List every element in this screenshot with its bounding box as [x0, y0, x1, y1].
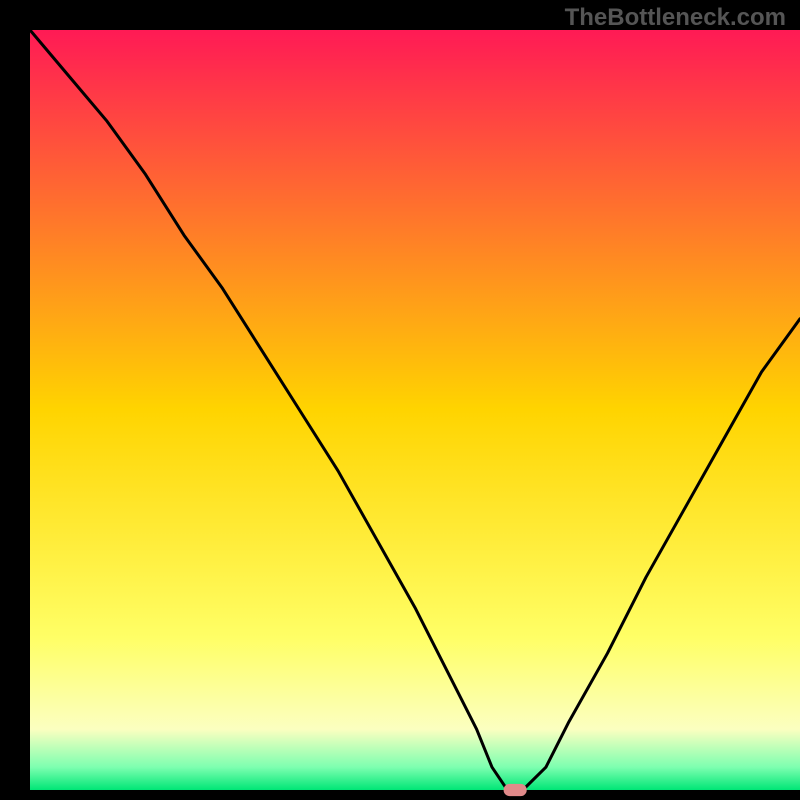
current-point-marker: [504, 784, 527, 796]
plot-background: [30, 30, 800, 790]
watermark-label: TheBottleneck.com: [565, 4, 786, 32]
bottleneck-chart-svg: [0, 0, 800, 800]
chart-frame: TheBottleneck.com: [0, 0, 800, 800]
